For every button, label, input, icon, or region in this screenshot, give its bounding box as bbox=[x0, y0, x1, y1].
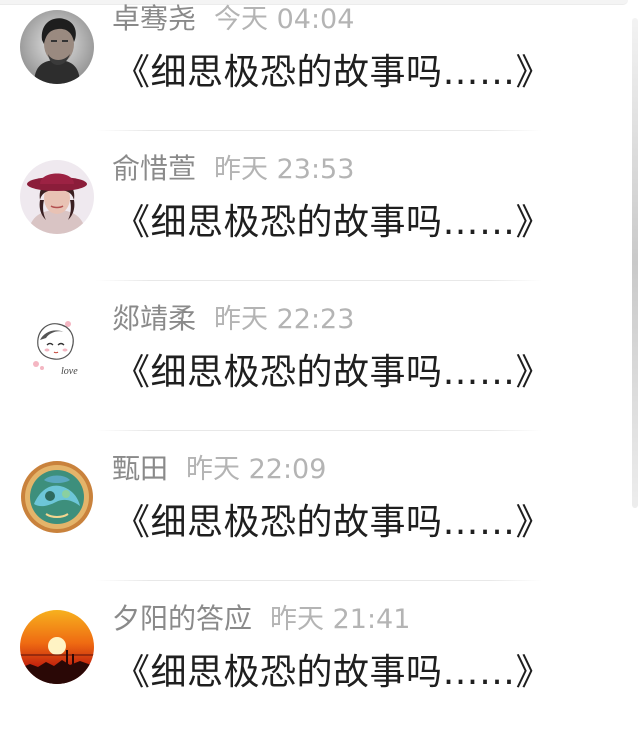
sunset-avatar-icon bbox=[20, 610, 94, 684]
comment-item[interactable]: 夕阳的答应 昨天 21:41 《细思极恐的故事吗……》 bbox=[0, 581, 628, 731]
username[interactable]: 郯靖柔 bbox=[112, 302, 196, 335]
comment-text[interactable]: 《细思极恐的故事吗……》 bbox=[114, 347, 552, 399]
timestamp: 昨天 22:23 bbox=[214, 304, 355, 335]
avatar[interactable]: love bbox=[20, 310, 94, 384]
love-caption: love bbox=[61, 366, 78, 377]
comment-item[interactable]: 甄田 昨天 22:09 《细思极恐的故事吗……》 bbox=[0, 431, 628, 581]
timestamp: 昨天 23:53 bbox=[214, 154, 355, 185]
man-portrait-avatar-icon bbox=[20, 10, 94, 84]
username[interactable]: 卓骞尧 bbox=[112, 2, 196, 35]
comment-header: 甄田 昨天 22:09 bbox=[112, 449, 326, 489]
comment-text[interactable]: 《细思极恐的故事吗……》 bbox=[114, 197, 552, 249]
comment-header: 郯靖柔 昨天 22:23 bbox=[112, 299, 354, 339]
comment-item[interactable]: 卓骞尧 今天 04:04 《细思极恐的故事吗……》 bbox=[0, 0, 628, 131]
comment-text[interactable]: 《细思极恐的故事吗……》 bbox=[114, 647, 552, 699]
avatar[interactable] bbox=[20, 460, 94, 534]
username[interactable]: 甄田 bbox=[112, 452, 168, 485]
avatar[interactable] bbox=[20, 610, 94, 684]
comment-header: 俞惜萱 昨天 23:53 bbox=[112, 149, 354, 189]
timestamp: 昨天 22:09 bbox=[186, 454, 327, 485]
ornate-circle-avatar-icon bbox=[20, 460, 94, 534]
comment-item[interactable]: love 郯靖柔 昨天 22:23 《细思极恐的故事吗……》 bbox=[0, 281, 628, 431]
scrollbar[interactable] bbox=[630, 0, 640, 721]
username[interactable]: 夕阳的答应 bbox=[112, 602, 252, 635]
comment-list: 卓骞尧 今天 04:04 《细思极恐的故事吗……》 俞惜萱 昨天 23:53 《细思… bbox=[0, 0, 628, 731]
timestamp: 昨天 21:41 bbox=[270, 604, 411, 635]
avatar[interactable] bbox=[20, 160, 94, 234]
avatar[interactable] bbox=[20, 10, 94, 84]
scrollbar-thumb[interactable] bbox=[632, 18, 638, 508]
comment-text[interactable]: 《细思极恐的故事吗……》 bbox=[114, 47, 552, 99]
comment-header: 夕阳的答应 昨天 21:41 bbox=[112, 599, 410, 639]
comment-text[interactable]: 《细思极恐的故事吗……》 bbox=[114, 497, 552, 549]
woman-hat-avatar-icon bbox=[20, 160, 94, 234]
cartoon-girl-love-avatar-icon: love bbox=[20, 310, 94, 384]
comment-item[interactable]: 俞惜萱 昨天 23:53 《细思极恐的故事吗……》 bbox=[0, 131, 628, 281]
username[interactable]: 俞惜萱 bbox=[112, 152, 196, 185]
comment-header: 卓骞尧 今天 04:04 bbox=[112, 0, 354, 39]
timestamp: 今天 04:04 bbox=[214, 4, 355, 35]
